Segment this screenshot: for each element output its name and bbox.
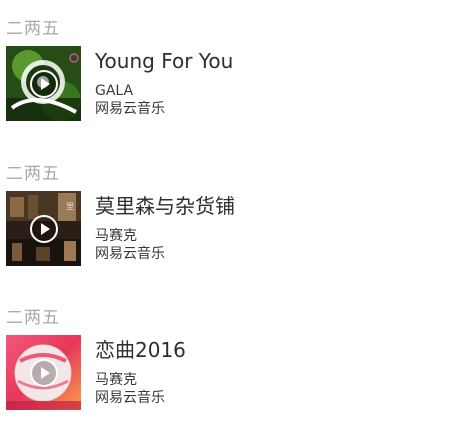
play-icon[interactable] bbox=[29, 358, 59, 388]
album-cover[interactable] bbox=[6, 335, 81, 410]
artist-name[interactable]: 马赛克 bbox=[95, 227, 137, 245]
album-cover[interactable]: 里 bbox=[6, 191, 81, 266]
music-share-item: 二两五 里 莫里森与杂货铺 马赛克 网易云音乐 bbox=[0, 163, 474, 293]
play-icon[interactable] bbox=[29, 69, 59, 99]
day-label: 二两五 bbox=[6, 164, 60, 184]
music-share-item: 二两五 恋曲2016 马赛克 网易云音乐 bbox=[0, 307, 474, 437]
music-share-item: 二两五 Young For You GALA 网易云音乐 bbox=[0, 18, 474, 148]
day-label: 二两五 bbox=[6, 308, 60, 328]
song-title[interactable]: 恋曲2016 bbox=[95, 337, 186, 363]
album-cover[interactable] bbox=[6, 46, 81, 121]
play-icon[interactable] bbox=[29, 214, 59, 244]
artist-name[interactable]: GALA bbox=[95, 82, 133, 100]
song-title[interactable]: Young For You bbox=[95, 48, 233, 74]
day-label: 二两五 bbox=[6, 19, 60, 39]
song-title[interactable]: 莫里森与杂货铺 bbox=[95, 193, 235, 219]
source-label: 网易云音乐 bbox=[95, 246, 165, 262]
source-label: 网易云音乐 bbox=[95, 101, 165, 117]
artist-name[interactable]: 马赛克 bbox=[95, 371, 137, 389]
svg-text:里: 里 bbox=[66, 202, 74, 211]
source-label: 网易云音乐 bbox=[95, 390, 165, 406]
